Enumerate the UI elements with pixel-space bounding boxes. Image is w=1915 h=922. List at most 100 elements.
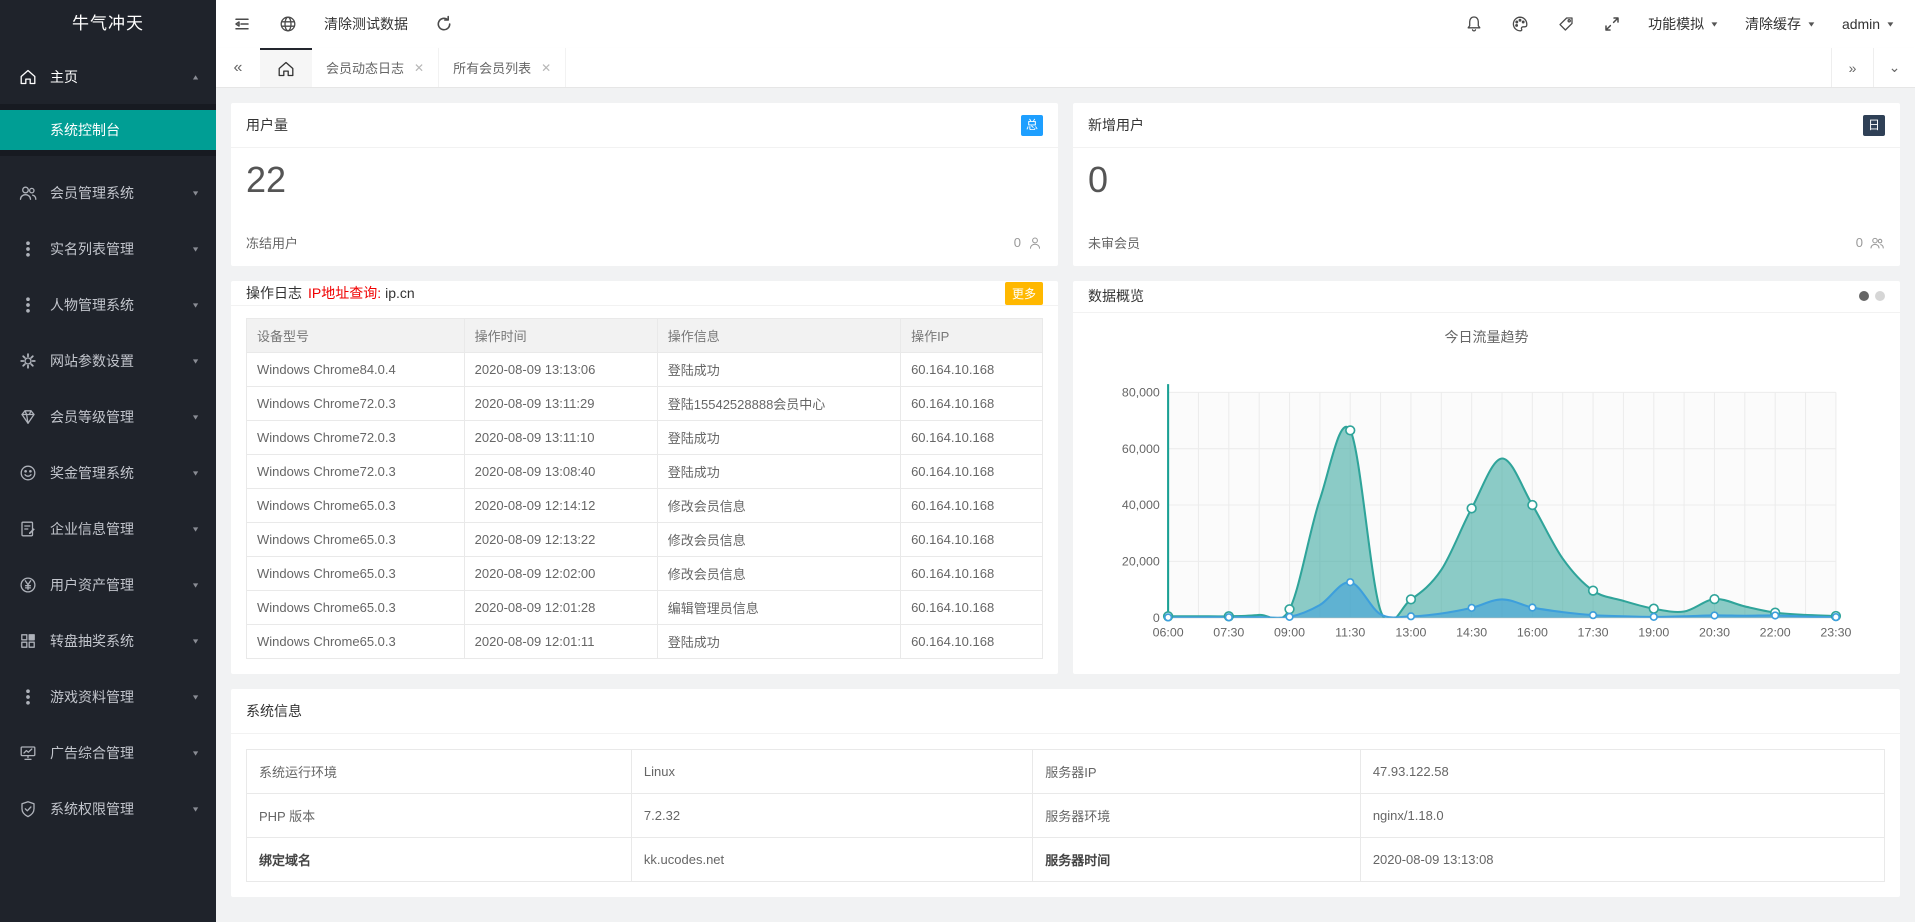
info-value: nginx/1.18.0 — [1360, 794, 1884, 838]
sidebar-item-system-console[interactable]: 系统控制台 — [0, 110, 216, 150]
table-row: Windows Chrome65.0.32020-08-09 12:13:22修… — [247, 523, 1043, 557]
info-label: 系统运行环境 — [247, 750, 632, 794]
dots-icon — [18, 687, 38, 707]
badge-day: 日 — [1863, 115, 1885, 136]
collapse-sidebar-button[interactable] — [232, 14, 252, 34]
topbar-right: 功能模拟▼ 清除缓存▼ admin▼ — [1438, 14, 1895, 34]
diamond-icon — [18, 407, 38, 427]
card-title: 数据概览 — [1088, 286, 1144, 306]
close-icon[interactable]: ✕ — [541, 61, 551, 75]
info-label: 服务器时间 — [1033, 838, 1361, 882]
table-cell: 登陆成功 — [657, 421, 900, 455]
ip-query-link[interactable]: ip.cn — [385, 285, 415, 301]
sidebar-item-label: 实名列表管理 — [50, 239, 191, 259]
chart-canvas: 020,00040,00060,00080,00006:0007:3009:00… — [1073, 351, 1900, 674]
sidebar-item[interactable]: 网站参数设置 ▼ — [0, 338, 216, 384]
sidebar-item[interactable]: 会员管理系统 ▼ — [0, 170, 216, 216]
sidebar-item[interactable]: 广告综合管理 ▼ — [0, 730, 216, 776]
sidebar-item[interactable]: 游戏资料管理 ▼ — [0, 674, 216, 720]
stat-footer-value: 0 — [1014, 235, 1021, 250]
tabs-menu-button[interactable]: ⌄ — [1873, 48, 1915, 87]
sidebar-item[interactable]: 用户资产管理 ▼ — [0, 562, 216, 608]
sidebar-item[interactable]: 转盘抽奖系统 ▼ — [0, 618, 216, 664]
table-cell: 登陆15542528888会员中心 — [657, 387, 900, 421]
svg-text:19:00: 19:00 — [1638, 625, 1669, 639]
table-cell: 2020-08-09 12:01:11 — [464, 625, 657, 659]
info-label: 服务器环境 — [1033, 794, 1361, 838]
stat-value: 22 — [246, 160, 1043, 200]
sidebar-item[interactable]: 实名列表管理 ▼ — [0, 226, 216, 272]
bell-icon — [1464, 14, 1484, 34]
tabbar: « 会员动态日志 ✕所有会员列表 ✕ » ⌄ — [216, 48, 1915, 88]
tabs-scroll-left-button[interactable]: « — [216, 48, 260, 87]
shield-check-icon — [18, 799, 38, 819]
svg-text:06:00: 06:00 — [1153, 625, 1184, 639]
tab[interactable]: 所有会员列表 ✕ — [439, 48, 566, 87]
operation-log-table: 设备型号操作时间操作信息操作IP Windows Chrome84.0.4202… — [246, 318, 1043, 659]
carousel-dot-active[interactable] — [1859, 291, 1869, 301]
sidebar-item[interactable]: 系统权限管理 ▼ — [0, 786, 216, 832]
table-row: Windows Chrome72.0.32020-08-09 13:11:10登… — [247, 421, 1043, 455]
sidebar-item[interactable]: 人物管理系统 ▼ — [0, 282, 216, 328]
dots-icon — [18, 295, 38, 315]
tabbar-spacer — [566, 48, 1831, 87]
tag-button[interactable] — [1556, 14, 1576, 34]
sidebar-item-label: 人物管理系统 — [50, 295, 191, 315]
site-home-button[interactable] — [278, 14, 298, 34]
doc-edit-icon — [18, 519, 38, 539]
table-cell: Windows Chrome65.0.3 — [247, 523, 465, 557]
notifications-button[interactable] — [1464, 14, 1484, 34]
card-user-total: 用户量 总 22 冻结用户 0 — [231, 103, 1058, 266]
chevron-down-icon: ▼ — [191, 805, 200, 813]
topbar-left: 清除测试数据 — [232, 14, 480, 34]
tab-home[interactable] — [260, 48, 312, 87]
stat-value: 0 — [1088, 160, 1885, 200]
table-cell: 登陆成功 — [657, 625, 900, 659]
svg-text:22:00: 22:00 — [1760, 625, 1791, 639]
stat-footer-value: 0 — [1856, 235, 1863, 250]
tabs-scroll-right-button[interactable]: » — [1831, 48, 1873, 87]
clear-cache-dropdown[interactable]: 清除缓存▼ — [1745, 14, 1816, 34]
table-row: Windows Chrome65.0.32020-08-09 12:01:11登… — [247, 625, 1043, 659]
card-title: 操作日志 — [246, 283, 302, 303]
sidebar-item[interactable]: 企业信息管理 ▼ — [0, 506, 216, 552]
chevron-down-icon: ▼ — [191, 581, 200, 589]
user-dropdown[interactable]: admin▼ — [1842, 16, 1895, 32]
table-cell: 60.164.10.168 — [901, 625, 1043, 659]
tab[interactable]: 会员动态日志 ✕ — [312, 48, 439, 87]
chevron-down-icon: ▼ — [191, 525, 200, 533]
table-row: 绑定域名kk.ucodes.net服务器时间2020-08-09 13:13:0… — [247, 838, 1885, 882]
tab-label: 会员动态日志 — [326, 58, 404, 77]
svg-text:09:00: 09:00 — [1274, 625, 1305, 639]
simulate-dropdown[interactable]: 功能模拟▼ — [1648, 14, 1719, 34]
persons-icon — [1869, 235, 1885, 251]
card-title: 新增用户 — [1088, 115, 1144, 135]
system-info-table: 系统运行环境Linux服务器IP47.93.122.58PHP 版本7.2.32… — [246, 749, 1885, 882]
sidebar-menu: 主页 ▲ 系统控制台 会员管理系统 ▼ 实名列表管理 ▼ 人物管理系统 ▼ 网站… — [0, 54, 216, 832]
table-cell: 2020-08-09 13:08:40 — [464, 455, 657, 489]
chevron-down-icon: ▼ — [191, 693, 200, 701]
svg-text:80,000: 80,000 — [1122, 385, 1160, 399]
traffic-chart: 今日流量趋势 020,00040,00060,00080,00006:0007:… — [1073, 313, 1900, 674]
close-icon[interactable]: ✕ — [414, 61, 424, 75]
table-column-header: 设备型号 — [247, 319, 465, 353]
table-cell: 2020-08-09 12:01:28 — [464, 591, 657, 625]
sidebar-item-label: 广告综合管理 — [50, 743, 191, 763]
info-label: 绑定域名 — [247, 838, 632, 882]
sidebar-item[interactable]: 奖金管理系统 ▼ — [0, 450, 216, 496]
table-cell: 2020-08-09 12:13:22 — [464, 523, 657, 557]
table-cell: 60.164.10.168 — [901, 455, 1043, 489]
theme-button[interactable] — [1510, 14, 1530, 34]
table-cell: Windows Chrome65.0.3 — [247, 625, 465, 659]
refresh-button[interactable] — [434, 14, 454, 34]
more-button[interactable]: 更多 — [1005, 282, 1043, 305]
chevron-down-icon: ▼ — [1886, 20, 1896, 28]
chart-title: 今日流量趋势 — [1073, 327, 1900, 347]
refresh-icon — [434, 14, 454, 34]
fullscreen-button[interactable] — [1602, 14, 1622, 34]
info-value: kk.ucodes.net — [631, 838, 1032, 882]
clear-test-data-button[interactable]: 清除测试数据 — [324, 14, 408, 34]
carousel-dot[interactable] — [1875, 291, 1885, 301]
sidebar-item[interactable]: 会员等级管理 ▼ — [0, 394, 216, 440]
sidebar-item-home[interactable]: 主页 ▲ — [0, 54, 216, 100]
